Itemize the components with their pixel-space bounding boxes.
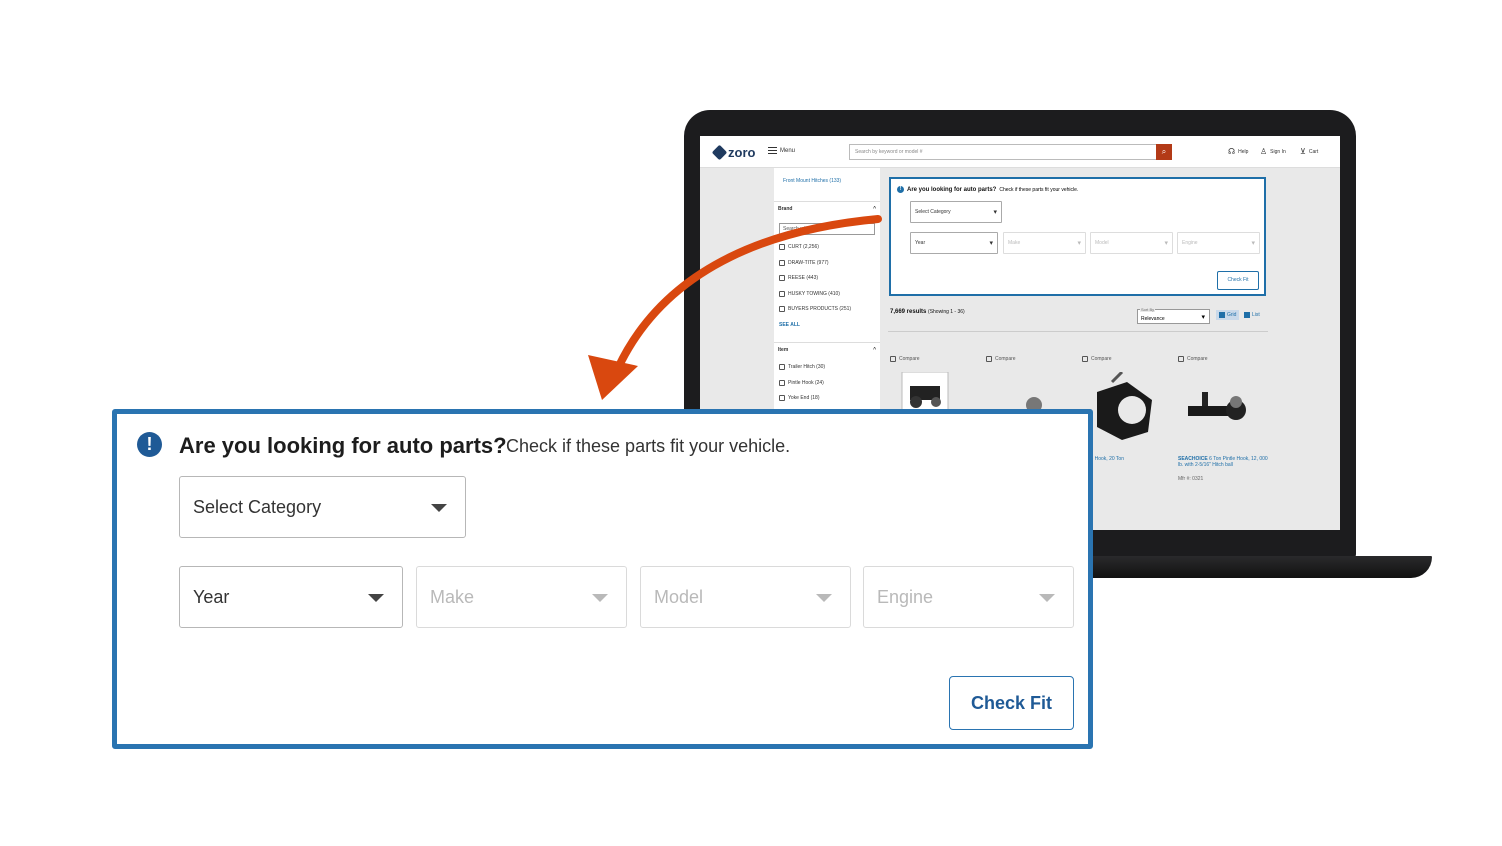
year-select[interactable]: Year [910, 232, 998, 254]
checkbox[interactable] [890, 356, 896, 362]
fit-panel-subtitle: Check if these parts fit your vehicle. [506, 436, 791, 456]
item-filter-heading[interactable]: Item ^ [774, 342, 880, 357]
product-mfr-number: Mfr #: 0321 [1178, 476, 1204, 482]
zoro-logo-icon [711, 144, 728, 161]
brand-search-input[interactable]: Search within Brand [779, 223, 875, 235]
checkbox[interactable] [779, 306, 785, 312]
checkbox[interactable] [779, 380, 785, 386]
zoro-logo[interactable]: zoro [711, 144, 755, 161]
chevron-down-icon [592, 594, 608, 602]
check-fit-button[interactable]: Check Fit [949, 676, 1074, 730]
engine-select[interactable]: Engine [863, 566, 1074, 628]
compare-checkbox[interactable]: Compare [890, 356, 980, 362]
grid-icon [1219, 312, 1225, 318]
sort-label: Sort By [1140, 307, 1156, 312]
compare-checkbox[interactable]: Compare [1178, 356, 1268, 362]
make-select[interactable]: Make [1003, 232, 1086, 254]
checkbox[interactable] [779, 275, 785, 281]
product-image[interactable] [1082, 370, 1162, 442]
vehicle-fit-panel: ! Are you looking for auto parts? Check … [112, 409, 1093, 749]
chevron-down-icon [1039, 594, 1055, 602]
checkbox[interactable] [986, 356, 992, 362]
search-icon: ⌕ [1161, 147, 1167, 156]
checkbox[interactable] [779, 364, 785, 370]
stage: zoro Menu Search by keyword or model # ⌕… [0, 0, 1502, 846]
sign-in-link[interactable]: ♙ Sign In [1260, 147, 1286, 156]
model-select[interactable]: Model [640, 566, 851, 628]
chevron-down-icon [431, 504, 447, 512]
model-select[interactable]: Model [1090, 232, 1173, 254]
divider [888, 331, 1268, 332]
brand-filter-item[interactable]: DRAW-TITE (977) [779, 260, 829, 266]
product-card[interactable]: Compare E Pintle Hook, 20 Ton 0036 [1076, 356, 1172, 480]
menu-button[interactable]: Menu [768, 147, 795, 154]
list-icon [1244, 312, 1250, 318]
help-link[interactable]: ☊ Help [1228, 147, 1248, 156]
checkbox[interactable] [1082, 356, 1088, 362]
cart-link[interactable]: ⊻ Cart [1300, 147, 1318, 156]
brand-filter-item[interactable]: HUSKY TOWING (410) [779, 291, 840, 297]
search-button[interactable]: ⌕ [1156, 144, 1172, 160]
make-select[interactable]: Make [416, 566, 627, 628]
grid-view-toggle[interactable]: Grid [1216, 310, 1240, 320]
checkbox[interactable] [779, 244, 785, 250]
cart-icon: ⊻ [1300, 147, 1306, 156]
site-header: zoro Menu Search by keyword or model # ⌕… [700, 136, 1340, 168]
engine-select[interactable]: Engine [1177, 232, 1260, 254]
checkbox[interactable] [1178, 356, 1184, 362]
compare-checkbox[interactable]: Compare [986, 356, 1076, 362]
exclamation-circle-icon: ! [897, 186, 904, 193]
product-image[interactable] [1178, 372, 1258, 442]
fit-panel-heading: ! Are you looking for auto parts? Check … [897, 186, 1078, 193]
item-filter-item[interactable]: Pintle Hook (24) [779, 380, 824, 386]
headset-icon: ☊ [1228, 147, 1236, 156]
product-card[interactable]: Compare SEACHOICE 6 Ton Pintle Hook, 12,… [1178, 356, 1268, 482]
chevron-down-icon [368, 594, 384, 602]
category-link[interactable]: Front Mount Hitches (133) [783, 178, 841, 184]
exclamation-circle-icon: ! [137, 432, 162, 457]
year-select[interactable]: Year [179, 566, 403, 628]
results-count: 7,669 results (Showing 1 - 36) [890, 309, 965, 315]
vehicle-fit-panel-small: ! Are you looking for auto parts? Check … [889, 177, 1266, 296]
item-filter-item[interactable]: Yoke End (18) [779, 395, 820, 401]
checkbox[interactable] [779, 260, 785, 266]
chevron-down-icon: ▾ [1201, 314, 1205, 321]
brand-filter-heading[interactable]: Brand ^ [774, 201, 880, 216]
list-view-toggle[interactable]: List [1244, 312, 1260, 318]
brand-filter-item[interactable]: BUYERS PRODUCTS (251) [779, 306, 851, 312]
item-filter-item[interactable]: Trailer Hitch (30) [779, 364, 825, 370]
fit-panel-title: Are you looking for auto parts? [179, 433, 507, 458]
product-name[interactable]: SEACHOICE 6 Ton Pintle Hook, 12, 000 lb.… [1178, 456, 1268, 468]
hamburger-icon [768, 147, 777, 154]
check-fit-button[interactable]: Check Fit [1217, 271, 1259, 290]
checkbox[interactable] [779, 395, 785, 401]
brand-filter-item[interactable]: CURT (2,256) [779, 244, 819, 250]
brand-filter-item[interactable]: REESE (443) [779, 275, 818, 281]
category-select[interactable]: Select Category [179, 476, 466, 538]
chevron-up-icon: ^ [873, 206, 876, 212]
chevron-up-icon: ^ [873, 347, 876, 353]
user-icon: ♙ [1260, 147, 1268, 156]
category-select[interactable]: Select Category [910, 201, 1002, 223]
compare-checkbox[interactable]: Compare [1082, 356, 1172, 362]
checkbox[interactable] [779, 291, 785, 297]
see-all-brands-link[interactable]: SEE ALL [779, 322, 800, 328]
chevron-down-icon [816, 594, 832, 602]
search-input[interactable]: Search by keyword or model # [849, 144, 1157, 160]
